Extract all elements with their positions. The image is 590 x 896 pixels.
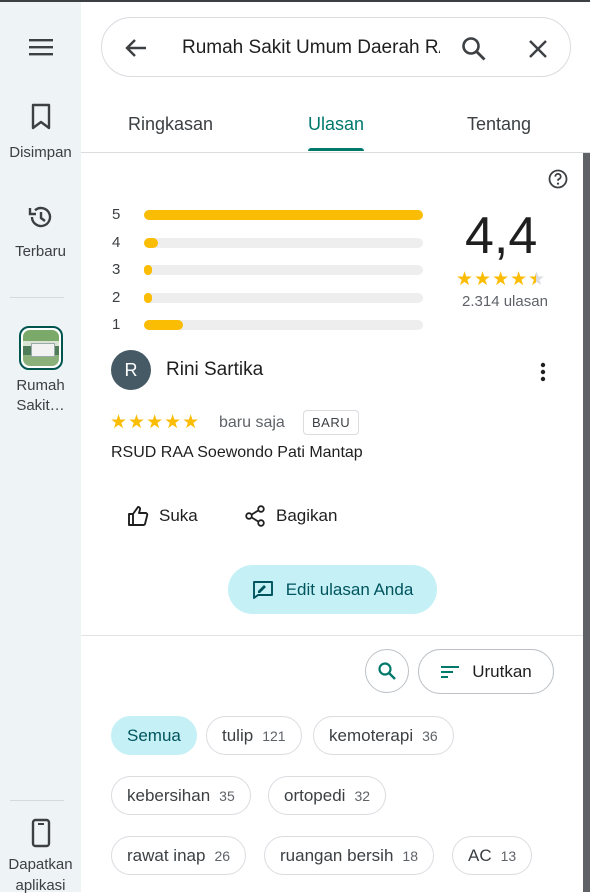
- chip-topic[interactable]: tulip 121: [206, 716, 302, 755]
- tab-about[interactable]: Tentang: [467, 114, 531, 135]
- left-rail: Disimpan Terbaru Rumah Sakit… Dapatkan a…: [0, 2, 81, 894]
- chip-topic[interactable]: AC 13: [452, 836, 533, 875]
- histogram-bar: [144, 265, 153, 275]
- review-count[interactable]: 2.314 ulasan: [462, 293, 548, 310]
- chip-label: kebersihan: [127, 785, 211, 805]
- histogram-star-label: 3: [112, 261, 121, 278]
- chip-count: 18: [402, 847, 418, 864]
- recent-place-button[interactable]: Rumah Sakit…: [0, 326, 81, 416]
- chip-count: 13: [500, 847, 517, 864]
- like-label: Suka: [159, 506, 198, 525]
- histogram-star-label: 4: [112, 234, 121, 251]
- more-options-icon[interactable]: [532, 360, 554, 384]
- review-stars: ★★★★★: [110, 412, 201, 433]
- rail-divider-bottom: [10, 800, 64, 801]
- back-arrow-icon[interactable]: [122, 34, 150, 62]
- recent-label: Terbaru: [15, 243, 66, 260]
- recent-button[interactable]: Terbaru: [0, 204, 81, 260]
- chip-topic[interactable]: kebersihan 35: [111, 776, 251, 815]
- chip-topic[interactable]: ruangan bersih 18: [264, 836, 434, 875]
- chip-label: Semua: [127, 725, 181, 745]
- search-box[interactable]: Rumah Sakit Umum Daerah RAA Soewondo Pat…: [101, 17, 571, 77]
- histogram-star-label: 2: [112, 289, 121, 306]
- rail-divider: [10, 297, 64, 298]
- histogram-track: [144, 293, 423, 303]
- histogram-bar: [144, 210, 423, 220]
- get-app-button[interactable]: Dapatkan aplikasi: [0, 818, 81, 896]
- phone-icon: [31, 818, 50, 848]
- histogram-track: [144, 210, 423, 220]
- recent-place-label: Rumah Sakit…: [16, 377, 65, 414]
- histogram-bar: [144, 293, 153, 303]
- like-button[interactable]: Suka: [127, 503, 198, 529]
- scrollbar[interactable]: [583, 153, 590, 892]
- chip-count: 121: [262, 727, 286, 744]
- window-top-border: [0, 0, 590, 2]
- histogram-star-label: 5: [112, 206, 121, 223]
- search-reviews-icon: [378, 662, 396, 680]
- help-icon[interactable]: [548, 169, 568, 189]
- chip-count: 26: [214, 847, 231, 864]
- histogram-track: [144, 238, 423, 248]
- close-icon[interactable]: [525, 36, 551, 62]
- share-label: Bagikan: [276, 506, 338, 525]
- chip-label: ortopedi: [284, 785, 346, 805]
- tab-reviews[interactable]: Ulasan: [308, 114, 364, 135]
- histogram-track: [144, 265, 423, 275]
- sort-button[interactable]: Urutkan: [418, 649, 554, 694]
- histogram-bar: [144, 320, 184, 330]
- average-stars: ★★★★★: [456, 269, 547, 290]
- menu-button[interactable]: [0, 36, 81, 58]
- chip-topic[interactable]: kemoterapi 36: [313, 716, 454, 755]
- history-icon: [28, 206, 51, 228]
- histogram-bar: [144, 238, 158, 248]
- place-thumbnail: [18, 326, 63, 370]
- bookmark-icon: [31, 103, 50, 130]
- average-rating: 4,4: [465, 207, 538, 265]
- thumbs-up-icon: [128, 506, 149, 526]
- histogram-star-label: 1: [112, 316, 121, 333]
- avatar[interactable]: R: [111, 350, 151, 390]
- tab-overview[interactable]: Ringkasan: [128, 114, 213, 135]
- share-icon: [245, 505, 265, 527]
- histogram-track: [144, 320, 423, 330]
- menu-icon: [28, 39, 53, 56]
- saved-label: Disimpan: [9, 144, 72, 161]
- chip-count: 35: [219, 787, 235, 804]
- edit-review-button[interactable]: Edit ulasan Anda: [228, 565, 437, 614]
- chip-topic[interactable]: rawat inap 26: [111, 836, 247, 875]
- review-time: baru saja: [219, 414, 285, 431]
- chip-label: rawat inap: [127, 845, 206, 865]
- chip-count: 36: [422, 727, 438, 744]
- search-reviews-button[interactable]: [365, 649, 409, 693]
- chip-all[interactable]: Semua: [111, 716, 197, 755]
- search-icon[interactable]: [460, 35, 488, 63]
- tab-bar: Ringkasan Ulasan Tentang: [81, 100, 590, 153]
- search-input[interactable]: Rumah Sakit Umum Daerah RAA Soewondo Pat…: [182, 37, 440, 59]
- active-tab-indicator: [308, 148, 364, 151]
- chip-topic[interactable]: ortopedi 32: [268, 776, 387, 815]
- saved-button[interactable]: Disimpan: [0, 102, 81, 161]
- reviewer-name[interactable]: Rini Sartika: [166, 359, 263, 381]
- chip-label: AC: [468, 845, 492, 865]
- edit-review-label: Edit ulasan Anda: [285, 579, 414, 599]
- sort-label: Urutkan: [472, 661, 532, 681]
- chip-count: 32: [354, 787, 371, 804]
- review-text: RSUD RAA Soewondo Pati Mantap: [111, 444, 363, 461]
- share-button[interactable]: Bagikan: [244, 503, 337, 529]
- chip-label: ruangan bersih: [280, 845, 394, 865]
- new-badge: BARU: [303, 410, 360, 435]
- chip-label: tulip: [222, 725, 254, 745]
- get-app-label: Dapatkan aplikasi: [8, 856, 73, 894]
- section-divider: [81, 635, 583, 636]
- sort-icon: [441, 665, 460, 678]
- chip-label: kemoterapi: [329, 725, 414, 745]
- edit-review-icon: [252, 580, 273, 599]
